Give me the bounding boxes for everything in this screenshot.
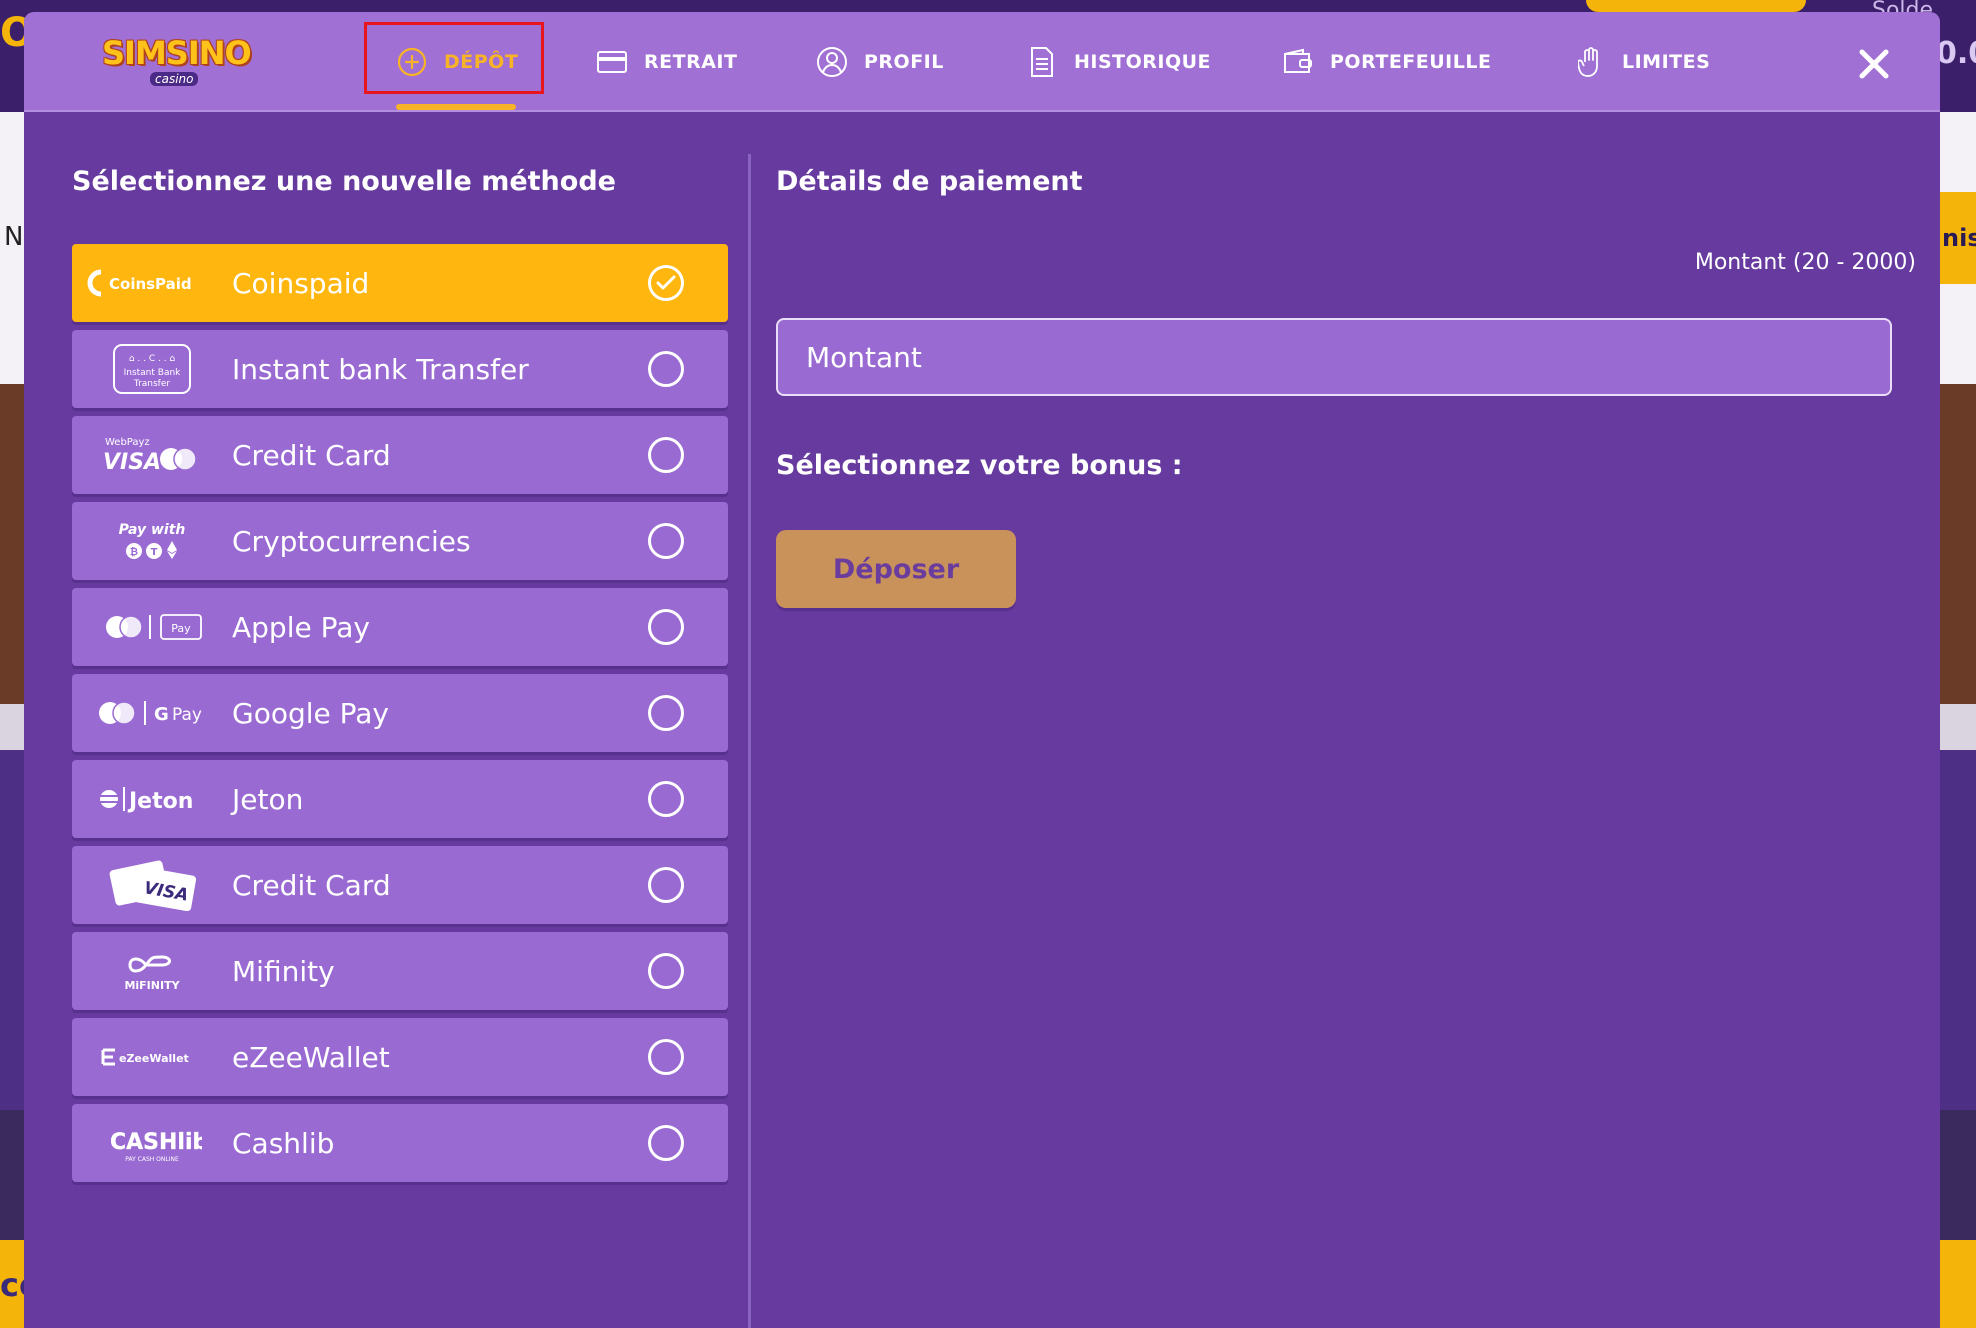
cashier-modal: SIMSINO casino DÉPÔT RETRAIT PROFIL HIST… xyxy=(24,12,1940,1328)
cashlib-logo-subtext: PAY CASH ONLINE xyxy=(125,1156,179,1163)
modal-header: SIMSINO casino DÉPÔT RETRAIT PROFIL HIST… xyxy=(24,12,1940,112)
payment-details-title: Détails de paiement xyxy=(776,166,1083,197)
svg-text:Transfer: Transfer xyxy=(133,379,170,389)
logo-text: SIMSINO xyxy=(102,34,252,72)
radio-empty-icon[interactable] xyxy=(648,867,684,903)
method-label: Cryptocurrencies xyxy=(232,524,471,558)
radio-empty-icon[interactable] xyxy=(648,1125,684,1161)
method-label: Mifinity xyxy=(232,954,335,988)
radio-empty-icon[interactable] xyxy=(648,1039,684,1075)
bg-balance-amount: 0.0 xyxy=(1936,36,1976,71)
bonus-title: Sélectionnez votre bonus : xyxy=(776,450,1183,481)
tab-profil-label: PROFIL xyxy=(864,51,944,73)
tab-historique[interactable]: HISTORIQUE xyxy=(1026,12,1211,112)
radio-empty-icon[interactable] xyxy=(648,781,684,817)
bg-text-fragment-left: N xyxy=(4,222,24,252)
method-credit-card-webpayz[interactable]: WebPayz VISA Credit Card xyxy=(72,416,728,494)
pay-with-crypto-logo: Pay with ₿ T xyxy=(72,502,232,580)
svg-text:₿: ₿ xyxy=(130,546,138,558)
user-circle-icon xyxy=(816,46,848,78)
method-label: Credit Card xyxy=(232,438,391,472)
method-instant-bank-transfer[interactable]: ⌂ . . C . . ⌂ Instant Bank Transfer Inst… xyxy=(72,330,728,408)
bg-gold-button xyxy=(1586,0,1806,12)
method-apple-pay[interactable]: Pay Apple Pay xyxy=(72,588,728,666)
tab-profil[interactable]: PROFIL xyxy=(816,12,944,112)
bg-text-fragment-right: nis xyxy=(1942,224,1976,252)
close-icon xyxy=(1859,49,1889,79)
cashlib-logo: CASHlib PAY CASH ONLINE xyxy=(72,1104,232,1182)
document-icon xyxy=(1026,46,1058,78)
annotation-highlight-box xyxy=(364,22,544,94)
instant-bank-logo: ⌂ . . C . . ⌂ Instant Bank Transfer xyxy=(72,330,232,408)
method-label: Instant bank Transfer xyxy=(232,352,529,386)
wallet-icon xyxy=(1282,46,1314,78)
tab-retrait[interactable]: RETRAIT xyxy=(596,12,737,112)
method-mifinity[interactable]: MiFINITY Mifinity xyxy=(72,932,728,1010)
radio-empty-icon[interactable] xyxy=(648,609,684,645)
logo-subtext: casino xyxy=(150,72,199,86)
radio-checked-icon[interactable] xyxy=(648,265,684,301)
svg-text:Instant Bank: Instant Bank xyxy=(124,368,182,378)
radio-empty-icon[interactable] xyxy=(648,523,684,559)
jeton-logo-text: Jeton xyxy=(127,789,193,814)
method-label: Coinspaid xyxy=(232,266,370,300)
amount-range-label: Montant (20 - 2000) xyxy=(1694,250,1916,275)
method-panel-title: Sélectionnez une nouvelle méthode xyxy=(72,166,616,197)
cashlib-logo-text: CASHlib xyxy=(110,1130,202,1155)
svg-text:VISA: VISA xyxy=(103,450,161,475)
simsino-logo[interactable]: SIMSINO casino xyxy=(102,34,252,94)
active-tab-indicator xyxy=(396,104,516,110)
tab-limites-label: LIMITES xyxy=(1622,51,1711,73)
apple-pay-logo: Pay xyxy=(72,588,232,666)
mifinity-logo: MiFINITY xyxy=(72,932,232,1010)
method-label: eZeeWallet xyxy=(232,1040,390,1074)
tab-retrait-label: RETRAIT xyxy=(644,51,738,73)
ezeewallet-logo: eZeeWallet xyxy=(72,1018,232,1096)
svg-text:Pay with: Pay with xyxy=(119,522,186,538)
method-label: Credit Card xyxy=(232,868,391,902)
radio-empty-icon[interactable] xyxy=(648,695,684,731)
svg-text:G: G xyxy=(154,704,169,725)
method-ezeewallet[interactable]: eZeeWallet eZeeWallet xyxy=(72,1018,728,1096)
ezeewallet-logo-text: eZeeWallet xyxy=(119,1052,189,1065)
method-coinspaid[interactable]: CoinsPaid Coinspaid xyxy=(72,244,728,322)
method-label: Google Pay xyxy=(232,696,389,730)
amount-input[interactable] xyxy=(776,318,1892,396)
method-label: Jeton xyxy=(232,782,304,816)
coinspaid-logo: CoinsPaid xyxy=(72,244,232,322)
svg-text:Pay: Pay xyxy=(171,622,191,635)
svg-text:Pay: Pay xyxy=(172,705,202,725)
method-jeton[interactable]: Jeton Jeton xyxy=(72,760,728,838)
method-cryptocurrencies[interactable]: Pay with ₿ T Cryptocurrencies xyxy=(72,502,728,580)
radio-empty-icon[interactable] xyxy=(648,953,684,989)
svg-text:⌂ . . C . . ⌂: ⌂ . . C . . ⌂ xyxy=(129,354,176,364)
coinspaid-logo-text: CoinsPaid xyxy=(109,275,192,293)
method-label: Apple Pay xyxy=(232,610,370,644)
method-google-pay[interactable]: G Pay Google Pay xyxy=(72,674,728,752)
deposit-button[interactable]: Déposer xyxy=(776,530,1016,608)
tab-portefeuille-label: PORTEFEUILLE xyxy=(1330,51,1492,73)
method-cashlib[interactable]: CASHlib PAY CASH ONLINE Cashlib xyxy=(72,1104,728,1182)
close-button[interactable] xyxy=(1854,44,1894,84)
hand-icon xyxy=(1574,46,1606,78)
method-label: Cashlib xyxy=(232,1126,335,1160)
method-credit-card-visa[interactable]: VISA Credit Card xyxy=(72,846,728,924)
svg-text:T: T xyxy=(151,547,158,558)
method-selection-panel: Sélectionnez une nouvelle méthode xyxy=(72,166,728,197)
tab-portefeuille[interactable]: PORTEFEUILLE xyxy=(1282,12,1491,112)
radio-empty-icon[interactable] xyxy=(648,437,684,473)
tab-historique-label: HISTORIQUE xyxy=(1074,51,1212,73)
jeton-logo: Jeton xyxy=(72,760,232,838)
panel-divider xyxy=(748,154,751,1328)
webpayz-visa-mastercard-logo: WebPayz VISA xyxy=(72,416,232,494)
google-pay-logo: G Pay xyxy=(72,674,232,752)
tab-limites[interactable]: LIMITES xyxy=(1574,12,1710,112)
mifinity-logo-text: MiFINITY xyxy=(124,979,180,992)
credit-card-icon xyxy=(596,46,628,78)
radio-empty-icon[interactable] xyxy=(648,351,684,387)
visa-card-logo: VISA xyxy=(72,846,232,924)
svg-text:WebPayz: WebPayz xyxy=(105,437,150,448)
